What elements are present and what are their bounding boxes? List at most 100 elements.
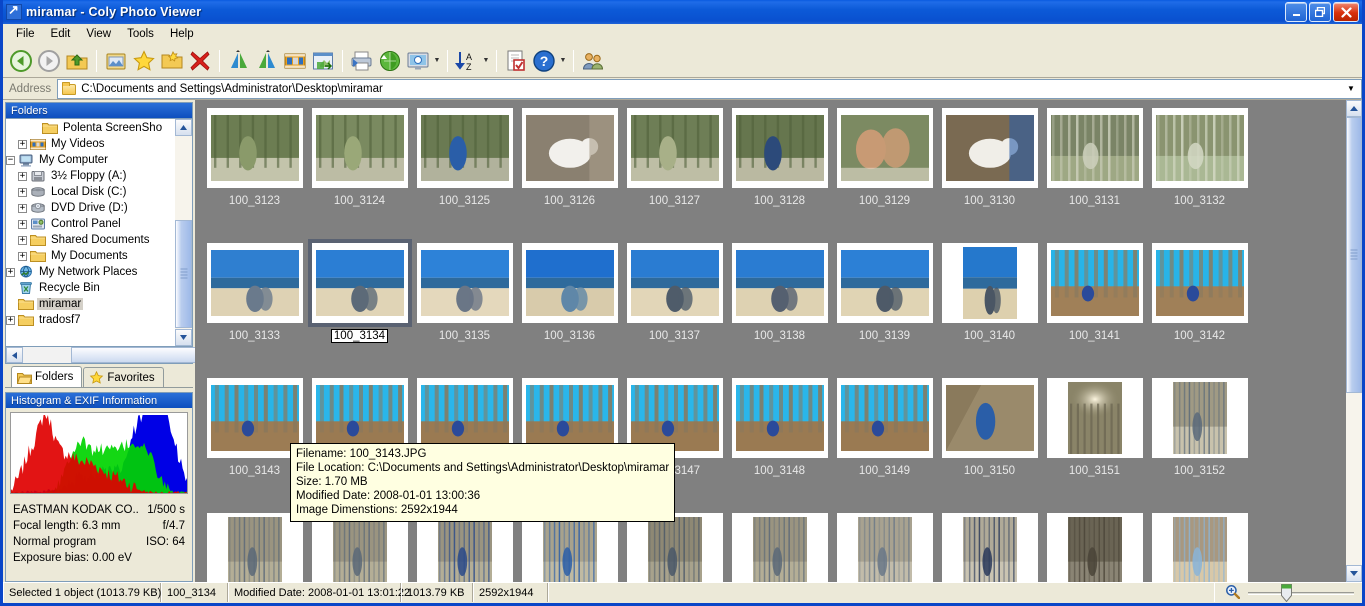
help-dropdown-icon[interactable]: ▼ (558, 47, 568, 75)
thumbnail-frame[interactable] (1151, 513, 1248, 582)
close-button[interactable] (1333, 2, 1359, 22)
thumbnail-frame[interactable] (626, 243, 723, 323)
thumbnail-item[interactable]: 100_3161 (1042, 513, 1147, 582)
zoom-slider[interactable] (1248, 583, 1354, 602)
tree-vertical-scrollbar[interactable] (175, 119, 192, 346)
menu-item-view[interactable]: View (78, 26, 119, 42)
tree-hscroll-track[interactable] (23, 347, 371, 363)
menu-item-help[interactable]: Help (162, 26, 202, 42)
thumbnail-frame[interactable] (941, 513, 1038, 582)
thumbnail-item[interactable]: 100_3141 (1042, 243, 1147, 342)
thumbnail-frame[interactable] (521, 243, 618, 323)
grid-scroll-thumb[interactable] (1346, 117, 1362, 393)
thumbnail-frame[interactable] (626, 513, 723, 582)
thumbnail-frame[interactable] (836, 108, 933, 188)
tree-item-dvd-drive-d[interactable]: + DVD Drive (D:) (6, 200, 179, 216)
thumbnail-frame[interactable] (206, 513, 303, 582)
thumbnail-frame[interactable] (1151, 378, 1248, 458)
tree-item-shared-documents[interactable]: + Shared Documents (6, 232, 179, 248)
thumbnail-item[interactable]: 100_3162 (1147, 513, 1252, 582)
menu-item-edit[interactable]: Edit (43, 26, 79, 42)
resize-image-icon[interactable] (309, 47, 337, 75)
sort-dropdown-icon[interactable]: ▼ (481, 47, 491, 75)
thumbnail-frame[interactable] (1046, 378, 1143, 458)
grid-vertical-scrollbar[interactable] (1345, 100, 1362, 582)
tree-expander-plus[interactable]: + (18, 139, 27, 149)
tree-expander-plus[interactable]: + (18, 187, 27, 197)
thumbnail-item[interactable]: 100_3152 (1147, 378, 1252, 477)
up-folder-icon[interactable] (63, 47, 91, 75)
tree-expander-plus[interactable]: + (6, 267, 15, 277)
thumbnail-item[interactable]: 100_3138 (727, 243, 832, 342)
folder-tree[interactable]: Polenta ScreenSho + My Videos − My Compute… (6, 119, 179, 331)
thumbnail-item[interactable]: 100_3132 (1147, 108, 1252, 207)
thumbnail-frame[interactable] (836, 513, 933, 582)
thumbnail-frame[interactable] (941, 378, 1038, 458)
rotate-right-icon[interactable] (253, 47, 281, 75)
thumbnail-item[interactable]: 100_3126 (517, 108, 622, 207)
zoom-control[interactable] (1214, 583, 1362, 602)
filmstrip-icon[interactable] (281, 47, 309, 75)
grid-scroll-track[interactable] (1346, 117, 1362, 565)
thumbnail-frame[interactable] (521, 513, 618, 582)
address-input[interactable]: C:\Documents and Settings\Administrator\… (57, 78, 1362, 99)
thumbnail-frame[interactable] (731, 108, 828, 188)
tree-horizontal-scrollbar[interactable] (5, 347, 371, 364)
thumbnail-item[interactable]: 100_3136 (517, 243, 622, 342)
thumbnail-frame[interactable] (941, 243, 1038, 323)
print-icon[interactable] (348, 47, 376, 75)
forward-icon[interactable] (35, 47, 63, 75)
tree-item-local-disk-c[interactable]: + Local Disk (C:) (6, 184, 179, 200)
tab-folders[interactable]: Folders (11, 366, 83, 387)
thumbnail-frame[interactable] (731, 243, 828, 323)
thumbnail-frame[interactable] (1046, 108, 1143, 188)
tree-item-polenta-screensho[interactable]: Polenta ScreenSho (6, 120, 179, 136)
browse-folder-icon[interactable] (102, 47, 130, 75)
tree-expander-plus[interactable]: + (18, 171, 27, 181)
thumbnail-item[interactable]: 100_3123 (202, 108, 307, 207)
thumbnail-frame[interactable] (836, 378, 933, 458)
tree-expander-plus[interactable]: + (6, 315, 15, 325)
tree-expander-plus[interactable]: + (18, 235, 27, 245)
grid-scroll-up-button[interactable] (1346, 100, 1362, 117)
tree-item-miramar[interactable]: miramar (6, 296, 179, 312)
tree-expander-plus[interactable]: + (18, 251, 27, 261)
tree-scroll-thumb[interactable] (175, 220, 192, 328)
maximize-button[interactable] (1309, 2, 1331, 22)
thumbnail-item[interactable]: 100_3140 (937, 243, 1042, 342)
chevron-down-icon[interactable]: ▼ (1343, 81, 1359, 97)
thumbnail-frame[interactable] (206, 108, 303, 188)
thumbnail-frame[interactable] (941, 108, 1038, 188)
thumbnail-item[interactable]: 100_3149 (832, 378, 937, 477)
tree-item-my-videos[interactable]: + My Videos (6, 136, 179, 152)
wallpaper-icon[interactable] (404, 47, 432, 75)
thumbnail-item[interactable]: 100_3130 (937, 108, 1042, 207)
thumbnail-item[interactable]: 100_3157 (622, 513, 727, 582)
back-icon[interactable] (7, 47, 35, 75)
thumbnail-frame[interactable] (1046, 243, 1143, 323)
tree-item-my-computer[interactable]: − My Computer (6, 152, 179, 168)
tree-scroll-track[interactable] (175, 136, 192, 329)
favorites-star-icon[interactable] (130, 47, 158, 75)
tree-item-3-floppy-a[interactable]: + 3½ Floppy (A:) (6, 168, 179, 184)
thumbnail-item[interactable]: 100_3156 (517, 513, 622, 582)
thumbnail-frame[interactable] (416, 108, 513, 188)
batch-convert-icon[interactable] (376, 47, 404, 75)
sort-az-icon[interactable]: A Z (453, 47, 481, 75)
menu-item-tools[interactable]: Tools (119, 26, 162, 42)
thumbnail-frame[interactable] (311, 513, 408, 582)
tree-item-my-network-places[interactable]: + My Network Places (6, 264, 179, 280)
thumbnail-item[interactable]: 100_3139 (832, 243, 937, 342)
thumbnail-item[interactable]: 100_3153 (202, 513, 307, 582)
help-icon[interactable]: ? (530, 47, 558, 75)
thumbnail-frame[interactable] (206, 378, 303, 458)
thumbnail-item[interactable]: 100_3158 (727, 513, 832, 582)
thumbnail-frame[interactable] (1046, 513, 1143, 582)
thumbnail-frame[interactable] (521, 108, 618, 188)
thumbnail-item[interactable]: 100_3137 (622, 243, 727, 342)
thumbnail-item[interactable]: 100_3155 (412, 513, 517, 582)
minimize-button[interactable] (1285, 2, 1307, 22)
thumbnail-item[interactable]: 100_3134 (307, 239, 412, 343)
tree-scroll-up-button[interactable] (175, 119, 192, 136)
thumbnail-item[interactable]: 100_3127 (622, 108, 727, 207)
